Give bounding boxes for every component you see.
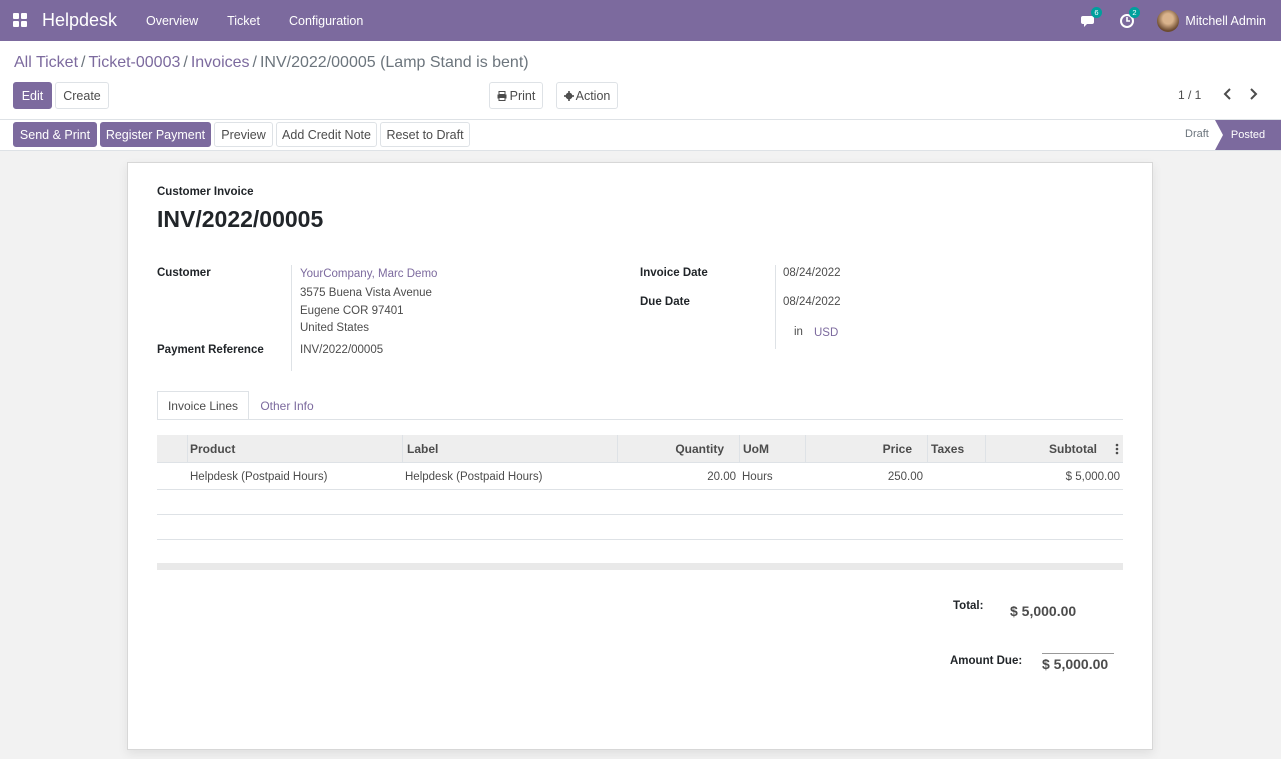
stage-posted: Posted — [1215, 120, 1281, 150]
column-product[interactable]: Product — [190, 435, 235, 463]
action-button[interactable]: Action — [556, 82, 618, 109]
chevron-right-icon[interactable] — [1247, 87, 1259, 101]
invoice-lines-header: Product Label Quantity UoM Price Taxes S… — [157, 435, 1123, 463]
cell-quantity: 20.00 — [707, 470, 736, 483]
send-print-button[interactable]: Send & Print — [13, 122, 97, 147]
app-name[interactable]: Helpdesk — [42, 10, 117, 31]
column-price[interactable]: Price — [805, 435, 912, 463]
payment-reference-value[interactable]: INV/2022/00005 — [300, 344, 383, 356]
table-row[interactable]: Helpdesk (Postpaid Hours) Helpdesk (Post… — [157, 463, 1123, 490]
stage-draft: Draft — [1185, 128, 1209, 140]
register-payment-button[interactable]: Register Payment — [100, 122, 211, 147]
cell-product: Helpdesk (Postpaid Hours) — [190, 470, 328, 483]
currency-prefix: in — [794, 326, 803, 338]
column-divider — [739, 435, 740, 463]
currency-link[interactable]: USD — [814, 327, 838, 339]
column-quantity[interactable]: Quantity — [617, 435, 724, 463]
amount-due-label: Amount Due: — [950, 655, 1023, 667]
messages-menu[interactable]: 6 — [1081, 6, 1102, 29]
table-footer — [157, 563, 1123, 570]
column-uom[interactable]: UoM — [743, 435, 769, 463]
menu-overview[interactable]: Overview — [146, 14, 198, 28]
column-divider — [402, 435, 403, 463]
activities-badge: 2 — [1129, 6, 1140, 18]
total-label: Total: — [953, 600, 984, 612]
breadcrumb-separator: / — [183, 54, 188, 71]
tab-divider — [157, 419, 1123, 420]
field-divider — [291, 265, 292, 371]
cell-subtotal: $ 5,000.00 — [1065, 470, 1120, 483]
invoice-date-label: Invoice Date — [640, 267, 708, 279]
systray: 6 2 Mitchell Admin — [1081, 0, 1281, 41]
activities-menu[interactable]: 2 — [1119, 6, 1140, 29]
total-value: $ 5,000.00 — [1010, 603, 1077, 619]
avatar — [1157, 9, 1180, 32]
tab-invoice-lines[interactable]: Invoice Lines — [157, 391, 249, 420]
breadcrumb-separator: / — [81, 54, 86, 71]
total-separator — [1042, 653, 1114, 654]
optional-columns-icon[interactable] — [1115, 443, 1119, 455]
cell-uom: Hours — [742, 470, 773, 483]
statusbar: Send & Print Register Payment Preview Ad… — [0, 120, 1281, 151]
invoice-sheet: Customer Invoice INV/2022/00005 Customer… — [127, 162, 1153, 750]
breadcrumb-ticket[interactable]: Ticket-00003 — [88, 54, 180, 71]
print-button[interactable]: Print — [489, 82, 543, 109]
chevron-left-icon[interactable] — [1222, 87, 1234, 101]
field-divider — [775, 265, 776, 349]
payment-reference-label: Payment Reference — [157, 344, 264, 356]
add-credit-note-button[interactable]: Add Credit Note — [276, 122, 377, 147]
cell-label: Helpdesk (Postpaid Hours) — [405, 470, 543, 483]
reset-to-draft-button[interactable]: Reset to Draft — [380, 122, 470, 147]
pager-value[interactable]: 1 / 1 — [1178, 88, 1201, 102]
breadcrumb-invoices[interactable]: Invoices — [191, 54, 250, 71]
customer-address-line1: 3575 Buena Vista Avenue — [300, 287, 432, 299]
customer-address-line2: Eugene COR 97401 — [300, 305, 404, 317]
empty-row — [157, 515, 1123, 540]
print-label: Print — [509, 88, 536, 103]
print-icon — [497, 90, 507, 101]
invoice-number-title: INV/2022/00005 — [157, 206, 324, 232]
control-panel: All Ticket / Ticket-00003/Invoices / INV/202… — [0, 41, 1281, 120]
due-date-value[interactable]: 08/24/2022 — [783, 296, 841, 308]
empty-row — [157, 490, 1123, 515]
breadcrumb-all-ticket[interactable]: All Ticket — [14, 54, 78, 71]
action-label: Action — [575, 88, 611, 103]
create-button[interactable]: Create — [55, 82, 109, 109]
main-navbar: Helpdesk Overview Ticket Configuration 6… — [0, 0, 1281, 41]
menu-ticket[interactable]: Ticket — [227, 14, 260, 28]
breadcrumb-separator: / — [252, 54, 257, 71]
due-date-label: Due Date — [640, 296, 690, 308]
invoice-type-label: Customer Invoice — [157, 186, 254, 198]
customer-name-link[interactable]: YourCompany, Marc Demo — [300, 268, 437, 280]
menu-configuration[interactable]: Configuration — [289, 14, 363, 28]
apps-menu-icon[interactable] — [13, 13, 27, 27]
invoice-date-value[interactable]: 08/24/2022 — [783, 267, 841, 279]
breadcrumb-current: INV/2022/00005 (Lamp Stand is bent) — [259, 54, 529, 71]
preview-button[interactable]: Preview — [214, 122, 273, 147]
column-divider — [927, 435, 928, 463]
gear-icon — [563, 90, 574, 101]
column-label[interactable]: Label — [407, 435, 438, 463]
user-menu[interactable]: Mitchell Admin — [1157, 9, 1266, 32]
cell-price: 250.00 — [887, 470, 923, 483]
customer-label: Customer — [157, 267, 211, 279]
tab-other-info[interactable]: Other Info — [249, 391, 325, 420]
amount-due-value: $ 5,000.00 — [1042, 656, 1109, 672]
messages-badge: 6 — [1091, 6, 1102, 18]
breadcrumb: All Ticket / Ticket-00003/Invoices / INV/202… — [14, 54, 529, 72]
user-name: Mitchell Admin — [1185, 13, 1266, 28]
edit-button[interactable]: Edit — [13, 82, 52, 109]
column-divider — [187, 435, 188, 463]
column-taxes[interactable]: Taxes — [931, 435, 964, 463]
app-menu: Overview Ticket Configuration — [146, 14, 392, 28]
column-subtotal[interactable]: Subtotal — [985, 435, 1097, 463]
customer-address-line3: United States — [300, 322, 370, 334]
